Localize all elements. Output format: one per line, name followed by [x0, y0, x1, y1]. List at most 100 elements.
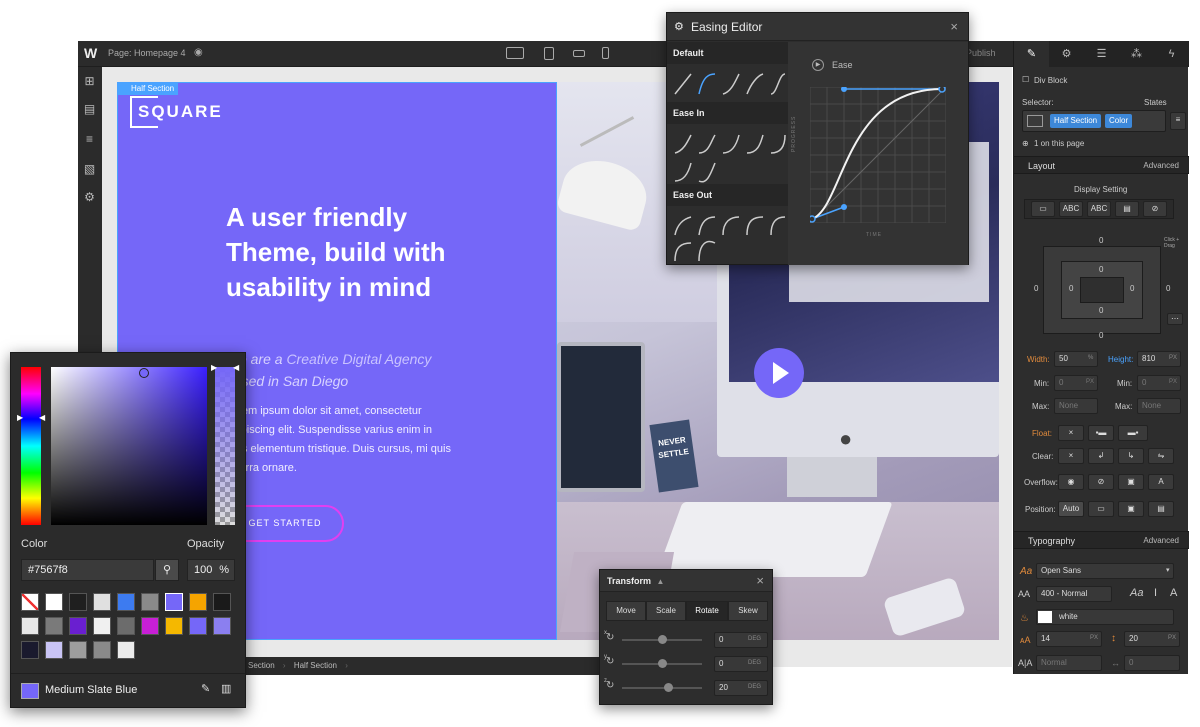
class-chip-half-section[interactable]: Half Section — [1050, 114, 1102, 128]
height-unit[interactable]: PX — [1169, 355, 1177, 361]
class-chip-color[interactable]: Color — [1105, 114, 1133, 128]
style-select[interactable]: Normal — [1036, 655, 1102, 671]
hex-input[interactable]: #7567f8 — [21, 559, 154, 581]
tab-rotate[interactable]: Rotate — [686, 601, 728, 621]
display-inline-block-button[interactable]: ABC — [1087, 201, 1111, 217]
margin-bottom-value[interactable]: 0 — [1099, 331, 1103, 340]
color-swatch[interactable] — [141, 593, 159, 611]
clear-left-button[interactable]: ↲ — [1088, 448, 1114, 464]
rotate-x-unit[interactable]: DEG — [748, 636, 761, 642]
overflow-auto-icon[interactable]: A — [1148, 474, 1174, 490]
selected-element-tag[interactable]: Half Section — [117, 82, 179, 95]
clear-none-button[interactable]: × — [1058, 448, 1084, 464]
clear-right-button[interactable]: ↳ — [1118, 448, 1144, 464]
clear-both-button[interactable]: ⇋ — [1148, 448, 1174, 464]
color-swatch[interactable] — [69, 593, 87, 611]
curve-end-point[interactable] — [938, 87, 946, 93]
width-unit[interactable]: % — [1088, 355, 1093, 361]
position-relative-icon[interactable]: ▭ — [1088, 501, 1114, 517]
text-color-swatch[interactable] — [1038, 611, 1052, 623]
mobile-portrait-icon[interactable] — [602, 47, 609, 59]
color-swatch[interactable] — [69, 641, 87, 659]
font-family-select[interactable]: Open Sans — [1036, 563, 1174, 579]
position-auto-button[interactable]: Auto — [1058, 501, 1084, 517]
color-swatch[interactable] — [165, 617, 183, 635]
assets-icon[interactable]: ▧ — [83, 163, 96, 176]
tab-skew[interactable]: Skew — [728, 601, 768, 621]
font-size-unit[interactable]: PX — [1090, 635, 1098, 641]
opacity-slider[interactable] — [215, 367, 235, 525]
rotate-y-slider[interactable] — [622, 659, 702, 668]
bezier-graph[interactable] — [810, 87, 946, 223]
text-color-field[interactable]: white — [1036, 609, 1174, 625]
delete-trash-icon[interactable]: ▥ — [221, 682, 231, 695]
tab-scale[interactable]: Scale — [646, 601, 686, 621]
tablet-view-icon[interactable] — [544, 47, 554, 60]
layout-section-header[interactable]: Layout Advanced — [1014, 156, 1189, 174]
opacity-handle-right-icon[interactable]: ◀ — [233, 363, 239, 372]
current-color-swatch[interactable] — [21, 683, 39, 699]
typography-advanced-toggle[interactable]: Advanced — [1143, 532, 1179, 550]
color-swatch[interactable] — [93, 593, 111, 611]
pages-icon[interactable]: ▤ — [83, 103, 96, 116]
rotate-z-unit[interactable]: DEG — [748, 684, 761, 690]
margin-left-value[interactable]: 0 — [1034, 284, 1038, 293]
letter-spacing-input[interactable]: 0 — [1124, 655, 1180, 671]
curve-start-point[interactable] — [810, 215, 816, 223]
color-swatch[interactable] — [117, 593, 135, 611]
style-manager-drops-icon[interactable]: ⁂ — [1119, 41, 1154, 67]
breadcrumb-item-section[interactable]: Section — [248, 661, 275, 670]
rotate-z-slider[interactable] — [622, 683, 702, 692]
tab-move[interactable]: Move — [606, 601, 646, 621]
ease-out-curves[interactable] — [667, 207, 788, 265]
display-flex-button[interactable]: ABC — [1059, 201, 1083, 217]
color-selection-handle[interactable] — [139, 368, 149, 378]
color-swatch[interactable] — [165, 593, 183, 611]
color-swatch[interactable] — [141, 617, 159, 635]
text-cursor-icon[interactable]: I — [1154, 587, 1157, 599]
rotate-z-knob[interactable] — [664, 683, 673, 692]
play-preview-icon[interactable]: ▶ — [812, 59, 824, 71]
page-selector[interactable]: Page: Homepage 4 — [108, 48, 186, 58]
max-height-input[interactable]: None — [1137, 398, 1181, 414]
color-swatch[interactable] — [93, 641, 111, 659]
preview-eye-icon[interactable]: ◉ — [194, 47, 203, 58]
color-swatch[interactable] — [117, 617, 135, 635]
color-swatch[interactable] — [189, 617, 207, 635]
webflow-logo[interactable]: W — [84, 45, 97, 61]
selector-menu-icon[interactable]: ≡ — [1170, 112, 1186, 130]
min-width-unit[interactable]: PX — [1086, 379, 1094, 385]
float-none-button[interactable]: × — [1058, 425, 1084, 441]
color-swatch[interactable] — [93, 617, 111, 635]
color-swatch[interactable] — [189, 593, 207, 611]
box-more-icon[interactable]: ⋯ — [1167, 313, 1183, 325]
hue-slider[interactable] — [21, 367, 41, 525]
opacity-handle-left-icon[interactable]: ▶ — [211, 363, 217, 372]
edit-pencil-icon[interactable]: ✎ — [201, 682, 210, 695]
color-swatch[interactable] — [213, 617, 231, 635]
padding-bottom-value[interactable]: 0 — [1099, 306, 1103, 315]
margin-top-value[interactable]: 0 — [1099, 236, 1103, 245]
style-brush-icon[interactable]: ✎ — [1014, 41, 1049, 67]
display-inline-button[interactable]: ▤ — [1115, 201, 1139, 217]
max-width-input[interactable]: None — [1054, 398, 1098, 414]
default-curves[interactable] — [667, 64, 788, 102]
cms-database-icon[interactable]: ≡ — [83, 133, 96, 146]
color-swatch[interactable] — [45, 641, 63, 659]
padding-left-value[interactable]: 0 — [1069, 284, 1073, 293]
breadcrumb-item-half-section[interactable]: Half Section — [294, 661, 337, 670]
typography-section-header[interactable]: Typography Advanced — [1014, 531, 1189, 549]
overflow-visible-eye-icon[interactable]: ◉ — [1058, 474, 1084, 490]
min-height-unit[interactable]: PX — [1169, 379, 1177, 385]
color-swatch[interactable] — [45, 617, 63, 635]
overflow-scroll-icon[interactable]: ▣ — [1118, 474, 1144, 490]
display-block-button[interactable]: ▭ — [1031, 201, 1055, 217]
brand-logo[interactable]: SQUARE — [130, 96, 230, 128]
overflow-hidden-icon[interactable]: ⊘ — [1088, 474, 1114, 490]
element-settings-gear-icon[interactable]: ⚙ — [1049, 41, 1084, 67]
navigator-icon[interactable]: ☰ — [1084, 41, 1119, 67]
control-handle-2[interactable] — [841, 87, 847, 92]
ease-in-curves[interactable] — [667, 125, 788, 185]
italic-style-icon[interactable]: Aa — [1130, 587, 1143, 599]
control-handle-1[interactable] — [841, 204, 847, 210]
